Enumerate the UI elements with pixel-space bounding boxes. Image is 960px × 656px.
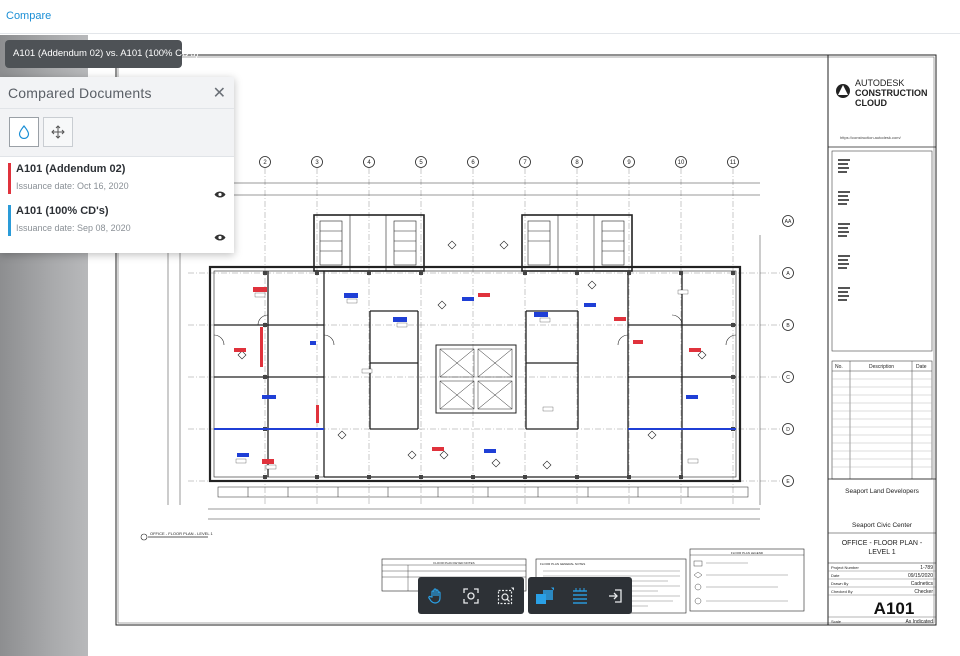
field-label-2: Drawn By xyxy=(831,581,848,586)
view-title-block: OFFICE - FLOOR PLAN - LEVEL 1 xyxy=(140,531,214,541)
pan-hand-icon xyxy=(427,587,441,604)
document-item-cds[interactable]: A101 (100% CD's) Issuance date: Sep 08, … xyxy=(0,199,234,241)
project-name: Seaport Civic Center xyxy=(852,522,913,529)
eye-icon[interactable] xyxy=(214,233,226,242)
grid-column-bubbles xyxy=(259,156,739,168)
document-name: A101 (100% CD's) xyxy=(16,205,109,217)
grid-col-5: 5 xyxy=(419,160,423,166)
field-value-2: Cadnetics xyxy=(911,581,934,587)
document-name: A101 (Addendum 02) xyxy=(16,163,126,175)
fit-view-icon xyxy=(463,587,479,604)
general-notes-title: FLOOR PLAN GENERAL NOTES xyxy=(540,562,585,566)
grid-row-c: C xyxy=(786,375,790,381)
grid-col-3: 3 xyxy=(315,160,319,166)
brand-line-3: CLOUD xyxy=(855,98,887,108)
grid-row-e: E xyxy=(786,479,790,485)
navigation-toolbar xyxy=(418,577,524,614)
brand-line-1: AUTODESK xyxy=(855,78,904,88)
exit-compare-button[interactable] xyxy=(597,577,632,614)
grid-col-11: 11 xyxy=(730,160,737,166)
grid-col-4: 4 xyxy=(367,160,371,166)
exit-compare-icon xyxy=(608,588,622,603)
field-value-3: Checker xyxy=(914,589,933,595)
title-block: AUTODESK CONSTRUCTION CLOUD https://cons… xyxy=(827,54,937,626)
compare-link[interactable]: Compare xyxy=(6,10,51,22)
grid-col-7: 7 xyxy=(523,160,527,166)
grid-row-d: D xyxy=(786,427,790,433)
field-label-1: Date xyxy=(831,573,840,578)
floor-plan-legend: FLOOR PLAN LEGEND xyxy=(689,548,805,612)
color-indicator-red xyxy=(8,163,11,194)
document-date: Issuance date: Oct 16, 2020 xyxy=(16,181,129,191)
autodesk-logo-icon xyxy=(836,84,850,98)
compare-tooltip: A101 (Addendum 02) vs. A101 (100% CD's) xyxy=(5,40,199,68)
grid-row-aa: AA xyxy=(785,219,792,225)
grid-row-a: A xyxy=(786,271,790,277)
compared-documents-panel: Compared Documents ✕ A101 (Addendum 02) … xyxy=(0,77,234,253)
rev-header-date: Date xyxy=(916,364,927,370)
panel-tools xyxy=(0,109,234,157)
layers-button[interactable] xyxy=(563,577,598,614)
top-bar: Compare xyxy=(0,0,960,34)
panel-title: Compared Documents xyxy=(8,85,152,101)
document-date: Issuance date: Sep 08, 2020 xyxy=(16,223,131,233)
color-indicator-blue xyxy=(8,205,11,236)
overlay-compare-icon xyxy=(536,587,555,604)
grid-row-b: B xyxy=(786,323,790,329)
document-item-addendum[interactable]: A101 (Addendum 02) Issuance date: Oct 16… xyxy=(0,157,234,199)
field-value-1: 09/15/2020 xyxy=(908,573,933,579)
client-name: Seaport Land Developers xyxy=(845,488,919,495)
zoom-window-icon xyxy=(498,587,515,604)
scale-label: Scale xyxy=(831,619,842,624)
grid-row-bubbles xyxy=(782,215,794,487)
view-title: OFFICE - FLOOR PLAN - LEVEL 1 xyxy=(150,531,214,536)
droplet-button[interactable] xyxy=(9,117,39,147)
legend-title: FLOOR PLAN LEGEND xyxy=(731,551,764,555)
move-button[interactable] xyxy=(43,117,73,147)
sheet-title-2: LEVEL 1 xyxy=(868,549,895,556)
grid-col-8: 8 xyxy=(575,160,579,166)
overlay-compare-button[interactable] xyxy=(528,577,563,614)
eye-icon[interactable] xyxy=(214,190,226,199)
grid-col-2: 2 xyxy=(263,160,267,166)
compare-toolbar xyxy=(528,577,632,614)
compare-highlights xyxy=(214,287,736,470)
sheet-title-1: OFFICE - FLOOR PLAN - xyxy=(842,540,923,547)
field-label-0: Project Number xyxy=(831,565,859,570)
field-value-0: 1-789 xyxy=(920,565,933,571)
panel-header: Compared Documents ✕ xyxy=(0,77,234,109)
brand-line-2: CONSTRUCTION xyxy=(855,88,928,98)
scale-value: As Indicated xyxy=(905,619,933,625)
brand-url: https://construction.autodesk.com/ xyxy=(840,135,902,140)
move-icon xyxy=(51,125,65,139)
rev-header-description: Description xyxy=(869,364,894,370)
droplet-icon xyxy=(18,125,30,139)
fit-view-button[interactable] xyxy=(453,577,488,614)
sheet-number: A101 xyxy=(874,599,915,618)
close-icon[interactable]: ✕ xyxy=(213,83,226,103)
grid-col-9: 9 xyxy=(627,160,631,166)
keyed-notes-title: FLOOR PLAN KEYED NOTES xyxy=(433,561,474,565)
pan-button[interactable] xyxy=(418,577,453,614)
layers-icon xyxy=(573,587,587,604)
zoom-window-button[interactable] xyxy=(489,577,524,614)
grid-col-6: 6 xyxy=(471,160,475,166)
rev-header-no: No. xyxy=(835,364,843,370)
grid-col-10: 10 xyxy=(678,160,685,166)
field-label-3: Checked By xyxy=(831,589,853,594)
